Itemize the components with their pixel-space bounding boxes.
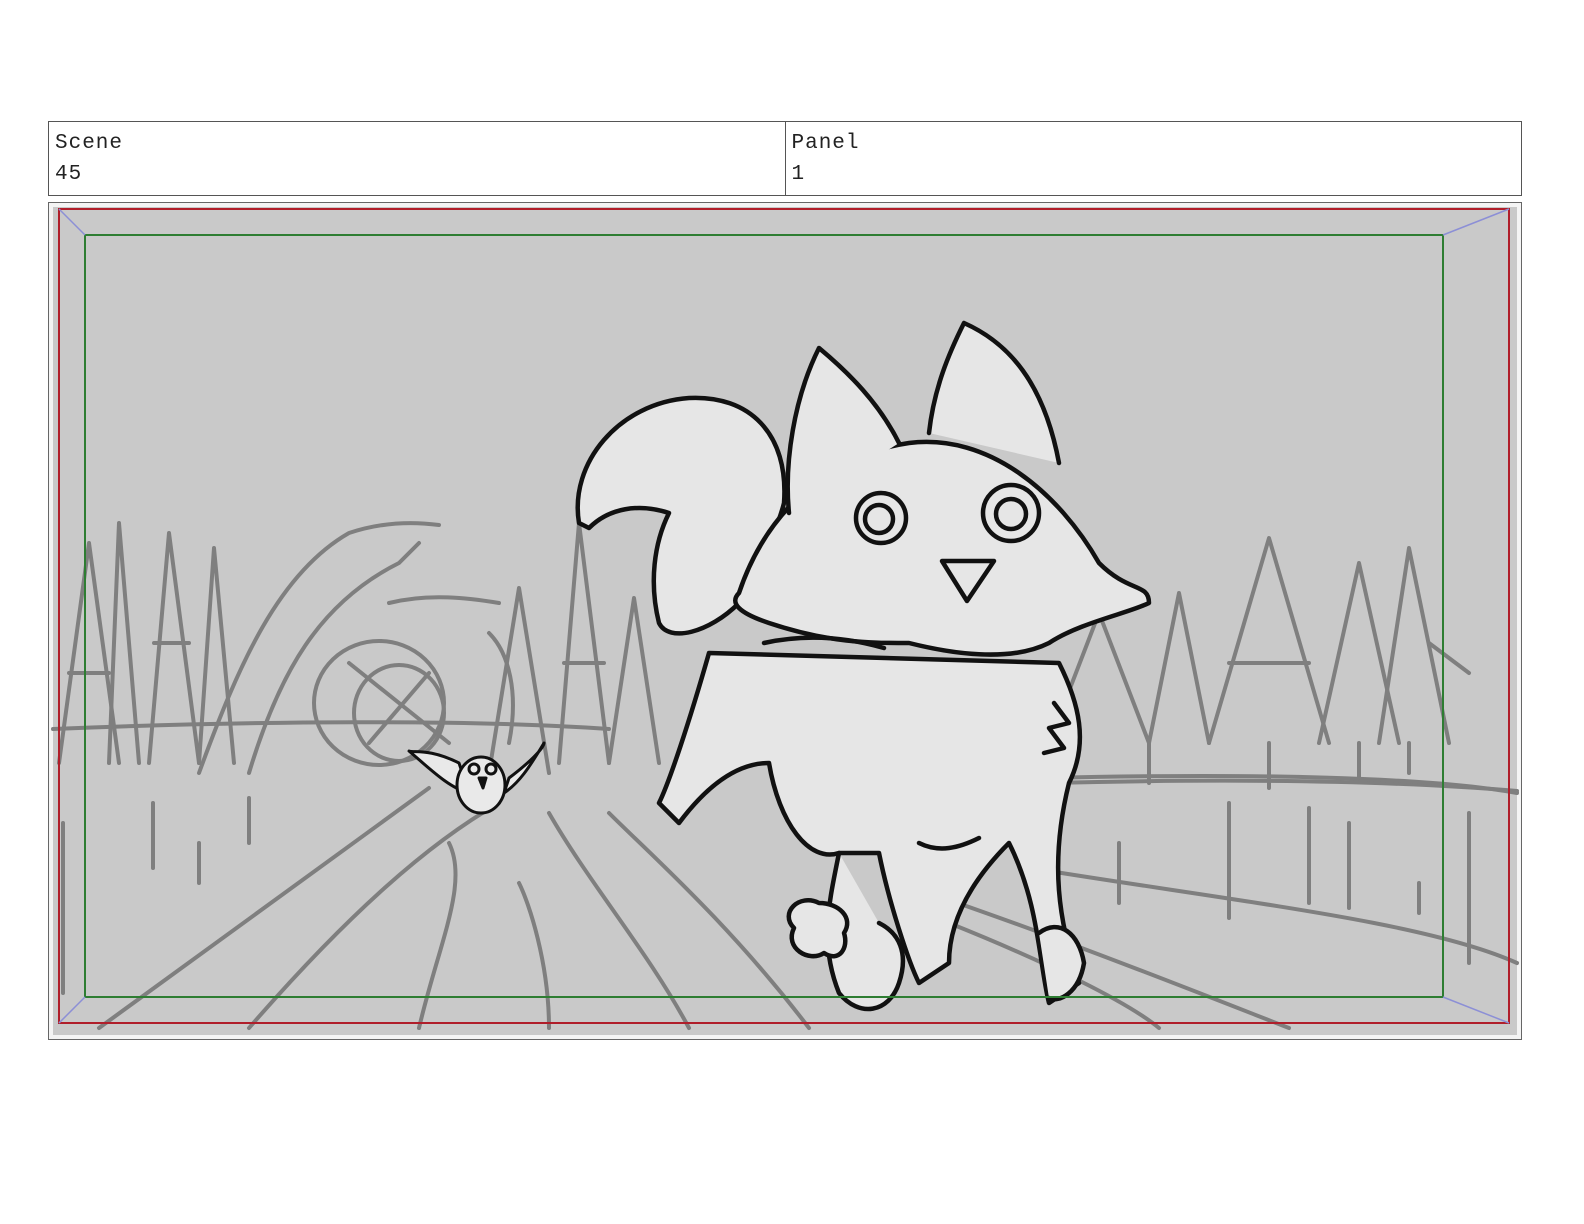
scene-number: 45: [55, 163, 83, 186]
fox-eye-right-pupil: [993, 496, 1029, 532]
panel-cell: Panel 1: [784, 122, 1522, 195]
panel-info-header: Scene 45 Panel 1: [48, 121, 1522, 196]
scene-cell: Scene 45: [49, 122, 785, 195]
fox-paw: [786, 898, 850, 959]
owl-eye-left: [467, 762, 481, 776]
panel-label: Panel: [791, 132, 860, 155]
owl-eye-right: [484, 762, 498, 776]
fox-eye-left-pupil: [862, 502, 896, 536]
scene-label: Scene: [55, 132, 124, 155]
storyboard-panel: [48, 202, 1522, 1040]
storyboard-drawing: [51, 207, 1519, 1035]
panel-number: 1: [791, 163, 806, 186]
